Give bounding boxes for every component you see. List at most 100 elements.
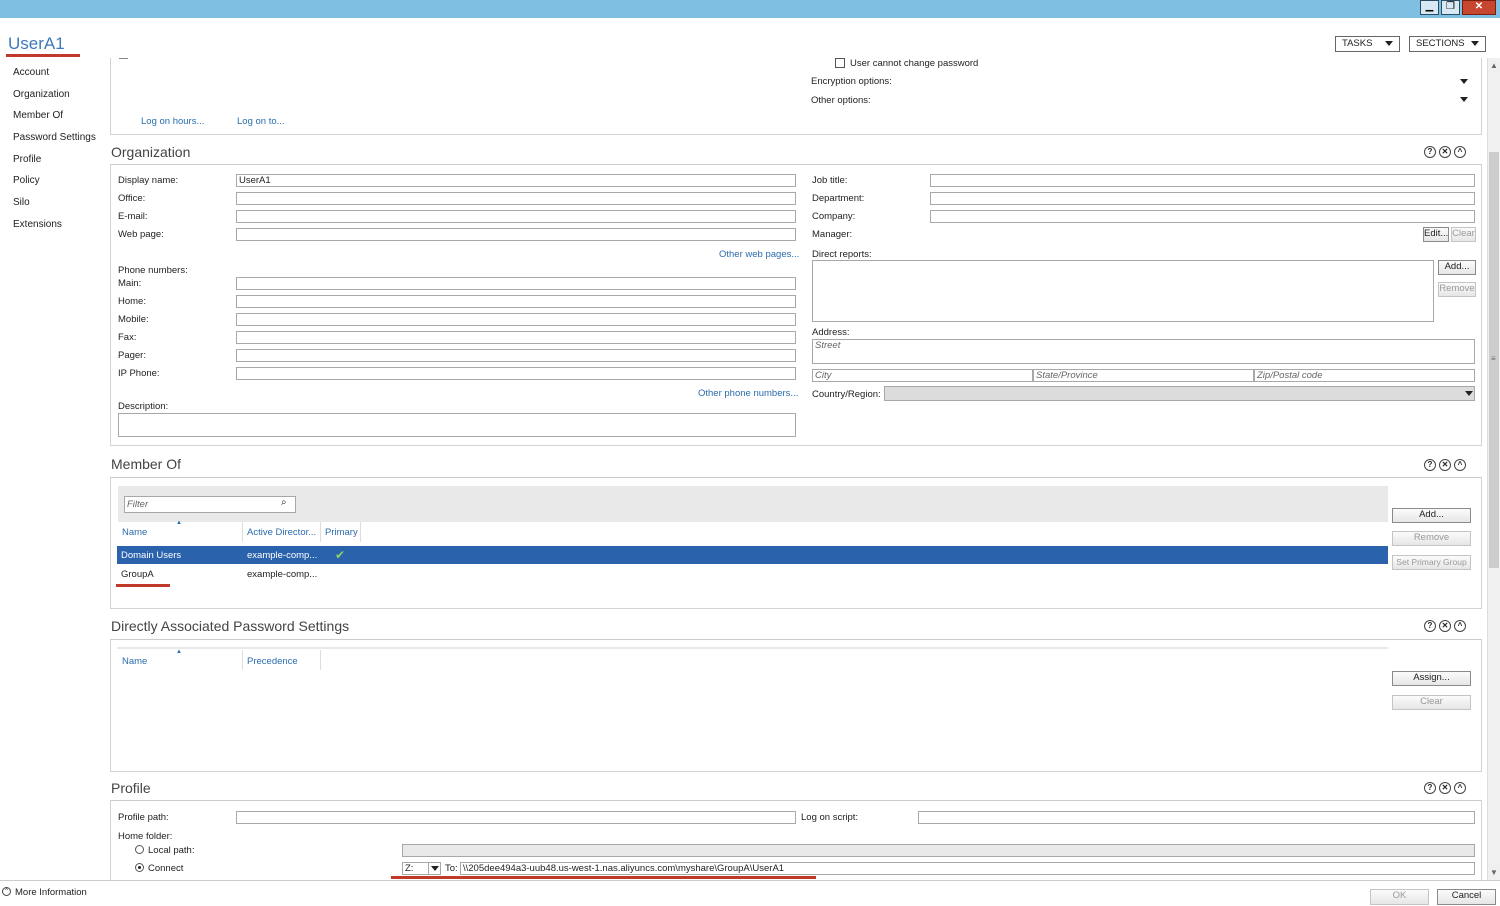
nav-item-account[interactable]: Account xyxy=(0,62,106,84)
nav-item-policy[interactable]: Policy xyxy=(0,170,106,192)
search-icon[interactable]: ⌕ xyxy=(281,497,287,508)
column-divider xyxy=(320,650,321,670)
pso-clear-button[interactable]: Clear xyxy=(1392,695,1471,710)
other-options-expand-icon[interactable] xyxy=(1460,97,1468,102)
close-icon[interactable]: ✕ xyxy=(1439,146,1451,158)
drive-select[interactable]: Z: xyxy=(402,862,441,875)
manager-clear-button[interactable]: Clear xyxy=(1451,227,1476,242)
close-icon[interactable]: ✕ xyxy=(1439,620,1451,632)
content-area[interactable]: User cannot change password Encryption o… xyxy=(106,58,1486,880)
nav-item-organization[interactable]: Organization xyxy=(0,84,106,106)
email-label: E-mail: xyxy=(118,211,148,222)
set-primary-group-button[interactable]: Set Primary Group xyxy=(1392,555,1471,570)
connect-label: Connect xyxy=(148,863,184,874)
collapse-icon[interactable]: ^ xyxy=(1454,146,1466,158)
pso-assign-button[interactable]: Assign... xyxy=(1392,671,1471,686)
manager-label: Manager: xyxy=(812,229,853,240)
collapse-icon[interactable]: ^ xyxy=(1454,782,1466,794)
direct-reports-remove-button[interactable]: Remove xyxy=(1438,282,1476,297)
sections-menu[interactable]: SECTIONS xyxy=(1409,36,1486,52)
local-path-field[interactable] xyxy=(402,844,1475,857)
help-icon[interactable]: ? xyxy=(1424,782,1436,794)
log-on-script-field[interactable] xyxy=(918,811,1475,824)
member-remove-button[interactable]: Remove xyxy=(1392,531,1471,546)
log-on-to-link[interactable]: Log on to... xyxy=(237,116,285,127)
vertical-scrollbar[interactable]: ▲ ≡ ▼ xyxy=(1487,58,1500,880)
direct-reports-add-button[interactable]: Add... xyxy=(1438,260,1476,275)
main-phone-field[interactable] xyxy=(236,277,796,290)
local-path-radio[interactable] xyxy=(135,845,144,854)
member-ad: example-comp... xyxy=(247,569,318,580)
direct-reports-list[interactable] xyxy=(812,260,1434,322)
office-field[interactable] xyxy=(236,192,796,205)
member-col-primary[interactable]: Primary xyxy=(325,527,358,538)
close-icon[interactable]: ✕ xyxy=(1439,459,1451,471)
cannot-change-password-checkbox[interactable] xyxy=(835,58,845,68)
tasks-menu[interactable]: TASKS xyxy=(1335,36,1400,52)
department-field[interactable] xyxy=(930,192,1475,205)
display-name-field[interactable]: UserA1 xyxy=(236,174,796,187)
member-col-name[interactable]: Name xyxy=(122,527,147,538)
chevron-down-icon xyxy=(1465,391,1473,396)
other-web-pages-link[interactable]: Other web pages... xyxy=(719,249,799,260)
zip-field[interactable]: Zip/Postal code xyxy=(1254,369,1475,382)
minimize-button[interactable]: ▁ xyxy=(1420,0,1439,15)
nav-item-profile[interactable]: Profile xyxy=(0,149,106,171)
home-phone-label: Home: xyxy=(118,296,146,307)
encryption-options-expand-icon[interactable] xyxy=(1460,79,1468,84)
job-title-field[interactable] xyxy=(930,174,1475,187)
member-col-ad[interactable]: Active Director... xyxy=(247,527,316,538)
company-field[interactable] xyxy=(930,210,1475,223)
help-icon[interactable]: ? xyxy=(1424,459,1436,471)
nav-item-silo[interactable]: Silo xyxy=(0,192,106,214)
email-field[interactable] xyxy=(236,210,796,223)
home-folder-path-field[interactable]: \\205dee494a3-uub48.us-west-1.nas.aliyun… xyxy=(460,862,1475,875)
member-add-button[interactable]: Add... xyxy=(1392,508,1471,523)
help-icon[interactable]: ? xyxy=(1424,620,1436,632)
ip-phone-field[interactable] xyxy=(236,367,796,380)
connect-radio[interactable] xyxy=(135,863,144,872)
nav-item-password-settings[interactable]: Password Settings xyxy=(0,127,106,149)
other-phone-numbers-link[interactable]: Other phone numbers... xyxy=(698,388,798,399)
country-select[interactable] xyxy=(884,386,1475,401)
log-on-script-label: Log on script: xyxy=(801,812,859,823)
city-field[interactable]: City xyxy=(812,369,1033,382)
pso-col-name[interactable]: Name xyxy=(122,656,147,667)
log-on-hours-link[interactable]: Log on hours... xyxy=(141,116,204,127)
collapse-icon[interactable]: ^ xyxy=(1454,459,1466,471)
cancel-button[interactable]: Cancel xyxy=(1437,889,1496,905)
pso-col-precedence[interactable]: Precedence xyxy=(247,656,298,667)
profile-panel: Profile path: Log on script: Home folder… xyxy=(110,800,1482,880)
check-icon: ✔ xyxy=(335,548,346,562)
close-button[interactable]: ✕ xyxy=(1462,0,1496,15)
scroll-down-icon[interactable]: ▼ xyxy=(1490,868,1498,877)
state-field[interactable]: State/Province xyxy=(1033,369,1254,382)
drive-value: Z: xyxy=(405,863,414,874)
description-field[interactable] xyxy=(118,413,796,437)
encryption-options-label: Encryption options: xyxy=(811,76,892,87)
member-row[interactable]: GroupA example-comp... xyxy=(117,565,1388,583)
nav-item-member-of[interactable]: Member Of xyxy=(0,105,106,127)
ip-phone-label: IP Phone: xyxy=(118,368,160,379)
help-icon[interactable]: ? xyxy=(1424,146,1436,158)
close-icon[interactable]: ✕ xyxy=(1439,782,1451,794)
pager-field[interactable] xyxy=(236,349,796,362)
profile-path-field[interactable] xyxy=(236,811,796,824)
member-row-selected[interactable]: Domain Users example-comp... ✔ xyxy=(117,546,1388,564)
account-panel: User cannot change password Encryption o… xyxy=(110,58,1482,135)
ok-button[interactable]: OK xyxy=(1370,889,1429,905)
more-information-link[interactable]: More Information xyxy=(15,887,87,898)
web-page-field[interactable] xyxy=(236,228,796,241)
expand-up-icon[interactable]: ^ xyxy=(2,887,11,896)
mobile-phone-field[interactable] xyxy=(236,313,796,326)
member-filter-input[interactable]: Filter xyxy=(124,496,296,513)
nav-item-extensions[interactable]: Extensions xyxy=(0,214,106,236)
collapse-icon[interactable]: ^ xyxy=(1454,620,1466,632)
fax-field[interactable] xyxy=(236,331,796,344)
restore-button[interactable]: ❐ xyxy=(1441,0,1460,15)
street-field[interactable]: Street xyxy=(812,339,1475,364)
account-checkbox[interactable] xyxy=(119,58,128,59)
manager-edit-button[interactable]: Edit... xyxy=(1423,227,1449,242)
home-phone-field[interactable] xyxy=(236,295,796,308)
scroll-up-icon[interactable]: ▲ xyxy=(1490,61,1498,70)
